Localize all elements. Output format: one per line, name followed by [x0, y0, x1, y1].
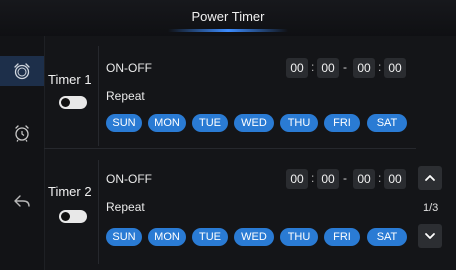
timer-2-off-minute[interactable]: 00: [384, 169, 406, 189]
main-panel: Timer 1 ON-OFF 00 : 00 - 00 : 00 Repeat …: [44, 36, 456, 270]
timer-2-off-hour[interactable]: 00: [353, 169, 375, 189]
chevron-up-icon: [425, 175, 435, 181]
timer-2-day-sat[interactable]: SAT: [367, 228, 407, 246]
screen: Power Timer Timer 1 ON-OFF 00: 00 - 00 …: [0, 0, 456, 270]
colon: :: [378, 60, 382, 74]
timer-2-on-minute[interactable]: 00: [317, 169, 339, 189]
page-title: Power Timer: [191, 9, 265, 24]
timer-1-on-hour[interactable]: 00: [286, 58, 308, 78]
timer-2-day-fri[interactable]: FRI: [324, 228, 360, 246]
timer-1-repeat-label: Repeat: [106, 89, 145, 103]
timer-2-day-sun[interactable]: SUN: [106, 228, 142, 246]
timer-2-onoff-label: ON-OFF: [106, 172, 152, 186]
timer-1-off-hour[interactable]: 00: [353, 58, 375, 78]
dash: -: [343, 171, 347, 185]
timer-1-day-mon[interactable]: MON: [148, 114, 186, 132]
timer-2-repeat-label: Repeat: [106, 200, 145, 214]
timer-2-day-wed[interactable]: WED: [234, 228, 274, 246]
sidebar-item-timer[interactable]: [0, 56, 44, 86]
colon: :: [378, 171, 382, 185]
timer-2-toggle[interactable]: [59, 210, 87, 223]
timer-1-day-sat[interactable]: SAT: [367, 114, 407, 132]
divider: [98, 46, 99, 146]
timer-1-day-thu[interactable]: THU: [280, 114, 318, 132]
timer-2-label: Timer 2: [48, 184, 92, 199]
timer-1-day-tue[interactable]: TUE: [192, 114, 228, 132]
timer-1-day-fri[interactable]: FRI: [324, 114, 360, 132]
timer-1-day-wed[interactable]: WED: [234, 114, 274, 132]
timer-2-day-thu[interactable]: THU: [280, 228, 318, 246]
page-up-button[interactable]: [418, 166, 442, 190]
toggle-knob: [61, 98, 70, 107]
timer-1-on-minute[interactable]: 00: [317, 58, 339, 78]
divider: [98, 160, 99, 264]
timer-1-off-minute[interactable]: 00: [384, 58, 406, 78]
timer-1-day-sun[interactable]: SUN: [106, 114, 142, 132]
row-divider: [44, 148, 416, 149]
alarm-icon: [15, 125, 29, 142]
title-underline: [168, 29, 288, 32]
timer-1-toggle[interactable]: [59, 96, 87, 109]
title-bar: Power Timer: [0, 0, 456, 36]
timer-2-day-mon[interactable]: MON: [148, 228, 186, 246]
page-indicator: 1/3: [423, 202, 439, 214]
alarm-clock-icon: [14, 63, 30, 80]
timer-2-day-tue[interactable]: TUE: [192, 228, 228, 246]
sidebar-item-back[interactable]: [0, 186, 44, 216]
dash: -: [343, 60, 347, 74]
toggle-knob: [61, 212, 70, 221]
chevron-down-icon: [425, 233, 435, 239]
colon: :: [311, 171, 315, 185]
timer-2-on-hour[interactable]: 00: [286, 169, 308, 189]
colon: :: [311, 60, 315, 74]
timer-1-onoff-label: ON-OFF: [106, 61, 152, 75]
sidebar-item-alarm[interactable]: [0, 118, 44, 148]
back-arrow-icon: [14, 195, 30, 207]
timer-1-label: Timer 1: [48, 72, 92, 87]
sidebar: [0, 36, 45, 270]
page-down-button[interactable]: [418, 224, 442, 248]
